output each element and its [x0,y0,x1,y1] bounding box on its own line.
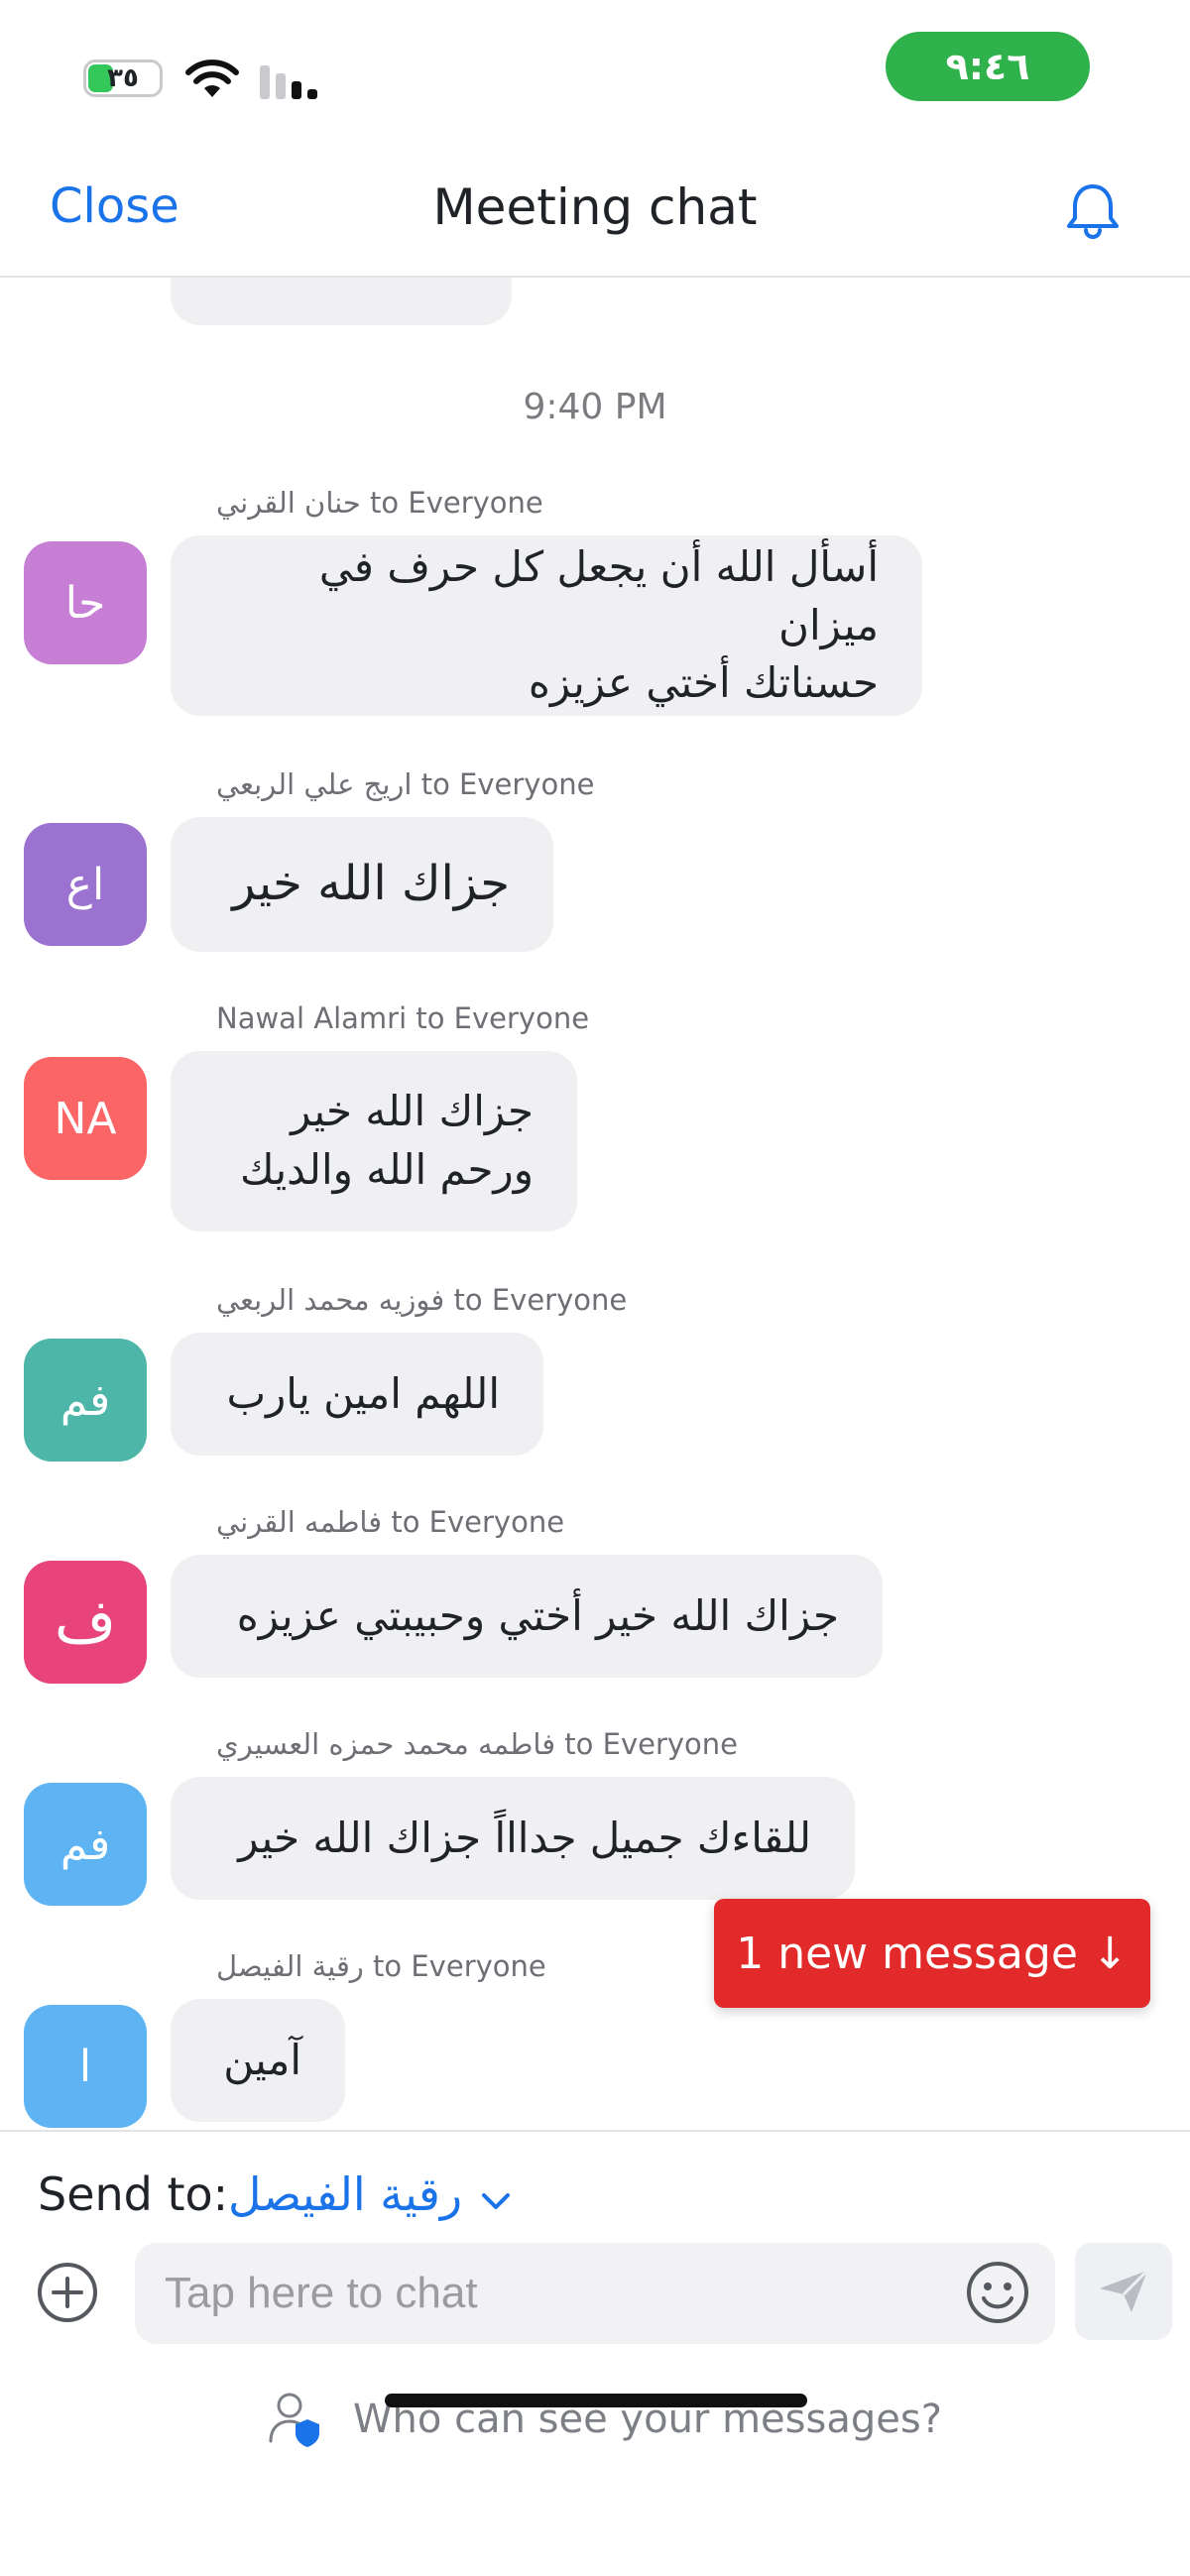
avatar: فم [24,1783,147,1906]
chat-input[interactable] [135,2243,1055,2344]
chevron-down-icon[interactable] [478,2189,514,2213]
message-bubble[interactable]: أسأل الله أن يجعل كل حرف في ميزان حسناتك… [171,535,922,716]
message-text: آمين [223,2035,301,2084]
message-text: جزاك الله خير ورحم الله والديك [240,1087,534,1194]
send-to-label: Send to: [38,2167,229,2221]
message-bubble[interactable]: جزاك الله خير [171,817,553,952]
message-sender: فوزيه محمد الربعي to Everyone [216,1283,628,1317]
emoji-icon[interactable] [964,2259,1031,2326]
status-bar: ٣٥ ٩:٤٦ [0,0,1190,149]
message-sender: فاطمه محمد حمزه العسيري to Everyone [216,1727,739,1761]
message-sender: حنان القرني to Everyone [216,486,543,520]
battery-icon: ٣٥ [83,59,163,97]
message-bubble[interactable]: جزاك الله خير ورحم الله والديك [171,1051,577,1231]
composer: Send to: رقية الفيصل Who can see your me… [0,2130,1190,2576]
new-message-button[interactable]: 1 new message ↓ [714,1899,1150,2008]
message-bubble[interactable]: اللهم امين يارب [171,1333,543,1456]
message-bubble[interactable]: جزاك الله خير أختي وحبيبتي عزيزه [171,1555,883,1678]
send-to-selector[interactable]: رقية الفيصل [228,2167,462,2221]
message-bubble[interactable]: للقاءك جميل جداااً جزاك الله خير [171,1777,855,1900]
message-text: اللهم امين يارب [226,1368,500,1418]
message-text: للقاءك جميل جداااً جزاك الله خير [238,1813,811,1862]
header: Close Meeting chat [0,149,1190,278]
avatar: فم [24,1339,147,1462]
previous-message-bubble [171,278,512,325]
send-button[interactable] [1075,2243,1172,2340]
message-sender: Nawal Alamri to Everyone [216,1001,590,1035]
avatar: اع [24,823,147,946]
wifi-icon [185,59,239,97]
home-indicator[interactable] [385,2394,807,2407]
message-bubble[interactable]: آمين [171,1999,345,2122]
message-text: جزاك الله خير أختي وحبيبتي عزيزه [236,1590,839,1640]
signal-icon [260,65,317,99]
time-separator: 9:40 PM [523,387,667,427]
chat-list[interactable]: 9:40 PM حنان القرني to Everyone حا أسأل … [0,278,1190,2130]
message-text: جزاك الله خير [232,856,510,912]
user-shield-icon [269,2393,319,2447]
message-sender: رقية الفيصل to Everyone [216,1949,546,1983]
message-sender: اريج علي الربعي to Everyone [216,767,595,801]
avatar: ا [24,2005,147,2128]
avatar: حا [24,541,147,664]
battery-level: ٣٥ [107,63,139,93]
message-sender: فاطمه القرني to Everyone [216,1505,565,1539]
status-time: ٩:٤٦ [886,32,1090,101]
plus-circle-icon[interactable] [36,2261,99,2324]
bell-icon[interactable] [1061,178,1125,242]
avatar: ف [24,1561,147,1684]
page-title: Meeting chat [432,178,758,236]
message-text: أسأل الله أن يجعل كل حرف في ميزان حسناتك… [318,541,879,708]
send-icon [1100,2269,1149,2312]
avatar: NA [24,1057,147,1180]
